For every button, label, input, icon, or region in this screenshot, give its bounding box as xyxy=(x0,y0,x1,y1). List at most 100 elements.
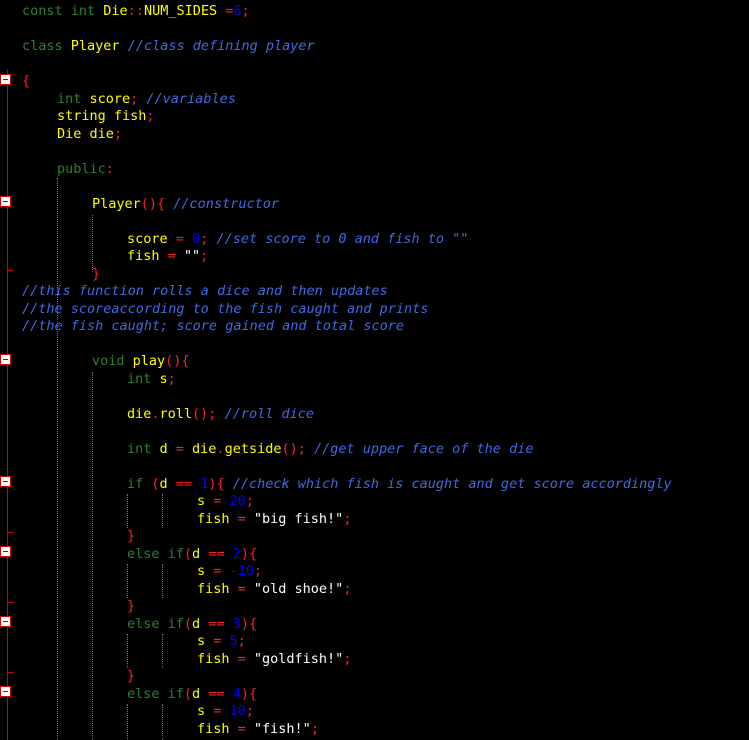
code-token: string fish xyxy=(57,108,147,124)
code-token: Die die xyxy=(57,126,114,142)
code-line[interactable]: //the fish caught; score gained and tota… xyxy=(22,317,404,335)
code-token: (){ xyxy=(140,196,166,212)
indent-guide xyxy=(162,564,163,598)
code-token: die xyxy=(183,441,217,457)
code-line[interactable]: int d = die.getside(); //get upper face … xyxy=(127,440,533,458)
code-line[interactable]: void play(){ xyxy=(92,352,190,370)
code-line[interactable]: fish = ""; xyxy=(127,247,208,265)
code-token: NUM_SIDES xyxy=(143,3,218,19)
code-line[interactable]: class Player //class defining player xyxy=(22,37,315,55)
code-line[interactable]: fish = "big fish!"; xyxy=(197,510,351,528)
code-token: Player xyxy=(92,196,141,212)
code-token: s xyxy=(197,493,214,509)
code-line[interactable]: int s; xyxy=(127,370,176,388)
code-line[interactable]: } xyxy=(127,667,135,685)
code-comment: //the fish caught; score gained and tota… xyxy=(22,318,405,334)
code-line[interactable]: public: xyxy=(57,160,114,178)
code-token: = xyxy=(167,248,176,264)
code-line[interactable]: score = 0; //set score to 0 and fish to … xyxy=(127,230,468,248)
code-token: play xyxy=(132,353,166,369)
indent-guide xyxy=(127,704,128,740)
code-line[interactable]: die.roll(); //roll dice xyxy=(127,405,314,423)
code-token: ; xyxy=(343,651,352,667)
code-line[interactable]: fish = "old shoe!"; xyxy=(197,580,351,598)
fold-end-marker xyxy=(7,602,14,603)
code-token: :: xyxy=(127,3,144,19)
code-token: ; xyxy=(241,3,250,19)
code-editor[interactable]: const int Die::NUM_SIDES =6; class Playe… xyxy=(0,0,749,740)
code-token: 4 xyxy=(224,686,241,702)
code-line[interactable]: s = 5; xyxy=(197,632,246,650)
fold-toggle-icon[interactable] xyxy=(0,546,11,557)
code-line[interactable]: //the scoreaccording to the fish caught … xyxy=(22,300,428,318)
code-token: ; xyxy=(245,493,254,509)
fold-end-marker xyxy=(7,270,14,271)
code-line[interactable]: if (d == 1){ //check which fish is caugh… xyxy=(127,475,672,493)
fold-toggle-icon[interactable] xyxy=(0,686,11,697)
code-token: == xyxy=(208,616,225,632)
code-line[interactable]: //this function rolls a dice and then up… xyxy=(22,282,388,300)
code-token: die xyxy=(127,406,152,422)
code-token: (); xyxy=(192,406,217,422)
code-line[interactable]: int score; //variables xyxy=(57,90,236,108)
code-token: = xyxy=(175,231,184,247)
fold-toggle-icon[interactable] xyxy=(0,196,11,207)
indent-guide xyxy=(127,564,128,598)
code-token: ){ xyxy=(208,476,225,492)
code-token: ( xyxy=(183,616,193,632)
code-line[interactable]: s = -10; xyxy=(197,562,262,580)
code-token: ; xyxy=(200,248,209,264)
code-token: == xyxy=(208,546,225,562)
code-token: 3 xyxy=(224,616,241,632)
code-token: 10 xyxy=(221,703,246,719)
code-line[interactable]: { xyxy=(22,72,30,90)
code-line[interactable]: else if(d == 4){ xyxy=(127,685,257,703)
code-token: = xyxy=(237,511,246,527)
code-token: s xyxy=(159,371,168,387)
code-line[interactable]: } xyxy=(127,597,135,615)
code-line[interactable]: string fish; xyxy=(57,107,155,125)
code-line[interactable]: } xyxy=(92,265,100,283)
code-line[interactable]: Die die; xyxy=(57,125,122,143)
code-line[interactable]: fish = "goldfish!"; xyxy=(197,650,351,668)
code-token: ; xyxy=(167,371,176,387)
code-token: s xyxy=(197,703,214,719)
code-token: ){ xyxy=(240,616,258,632)
code-string: "big fish!" xyxy=(245,511,344,527)
code-comment: //roll dice xyxy=(216,406,314,422)
code-token: fish xyxy=(197,721,238,737)
fold-toggle-icon[interactable] xyxy=(0,616,11,627)
code-comment: //this function rolls a dice and then up… xyxy=(22,283,388,299)
fold-toggle-icon[interactable] xyxy=(0,476,11,487)
fold-toggle-icon[interactable] xyxy=(0,74,11,85)
code-line[interactable]: fish = "fish!"; xyxy=(197,720,319,738)
code-token: ; xyxy=(113,126,123,142)
code-line[interactable]: else if(d == 2){ xyxy=(127,545,257,563)
code-token: score xyxy=(89,91,131,107)
code-token: s xyxy=(197,633,214,649)
code-token: 6 xyxy=(233,3,242,19)
code-line[interactable]: } xyxy=(127,527,135,545)
indent-guide xyxy=(127,634,128,668)
code-line[interactable]: s = 10; xyxy=(197,702,254,720)
code-line[interactable]: const int Die::NUM_SIDES =6; xyxy=(22,2,250,20)
code-token: class xyxy=(22,38,71,54)
code-token: . xyxy=(151,406,160,422)
code-token: } xyxy=(127,598,136,614)
code-token: if xyxy=(127,476,152,492)
code-line[interactable]: s = 20; xyxy=(197,492,254,510)
code-token: score xyxy=(127,231,176,247)
code-token: int xyxy=(127,371,160,387)
code-token: (); xyxy=(281,441,306,457)
code-string: "fish!" xyxy=(245,721,311,737)
fold-end-marker xyxy=(7,532,14,533)
code-token: d xyxy=(192,686,209,702)
code-token: getside xyxy=(224,441,282,457)
code-line[interactable]: Player(){ //constructor xyxy=(92,195,279,213)
code-comment: //set score to 0 and fish to "" xyxy=(208,231,469,247)
fold-toggle-icon[interactable] xyxy=(0,354,11,365)
code-line[interactable]: else if(d == 3){ xyxy=(127,615,257,633)
code-token: 5 xyxy=(221,633,238,649)
code-token: ; xyxy=(245,703,254,719)
fold-end-marker xyxy=(7,672,14,673)
